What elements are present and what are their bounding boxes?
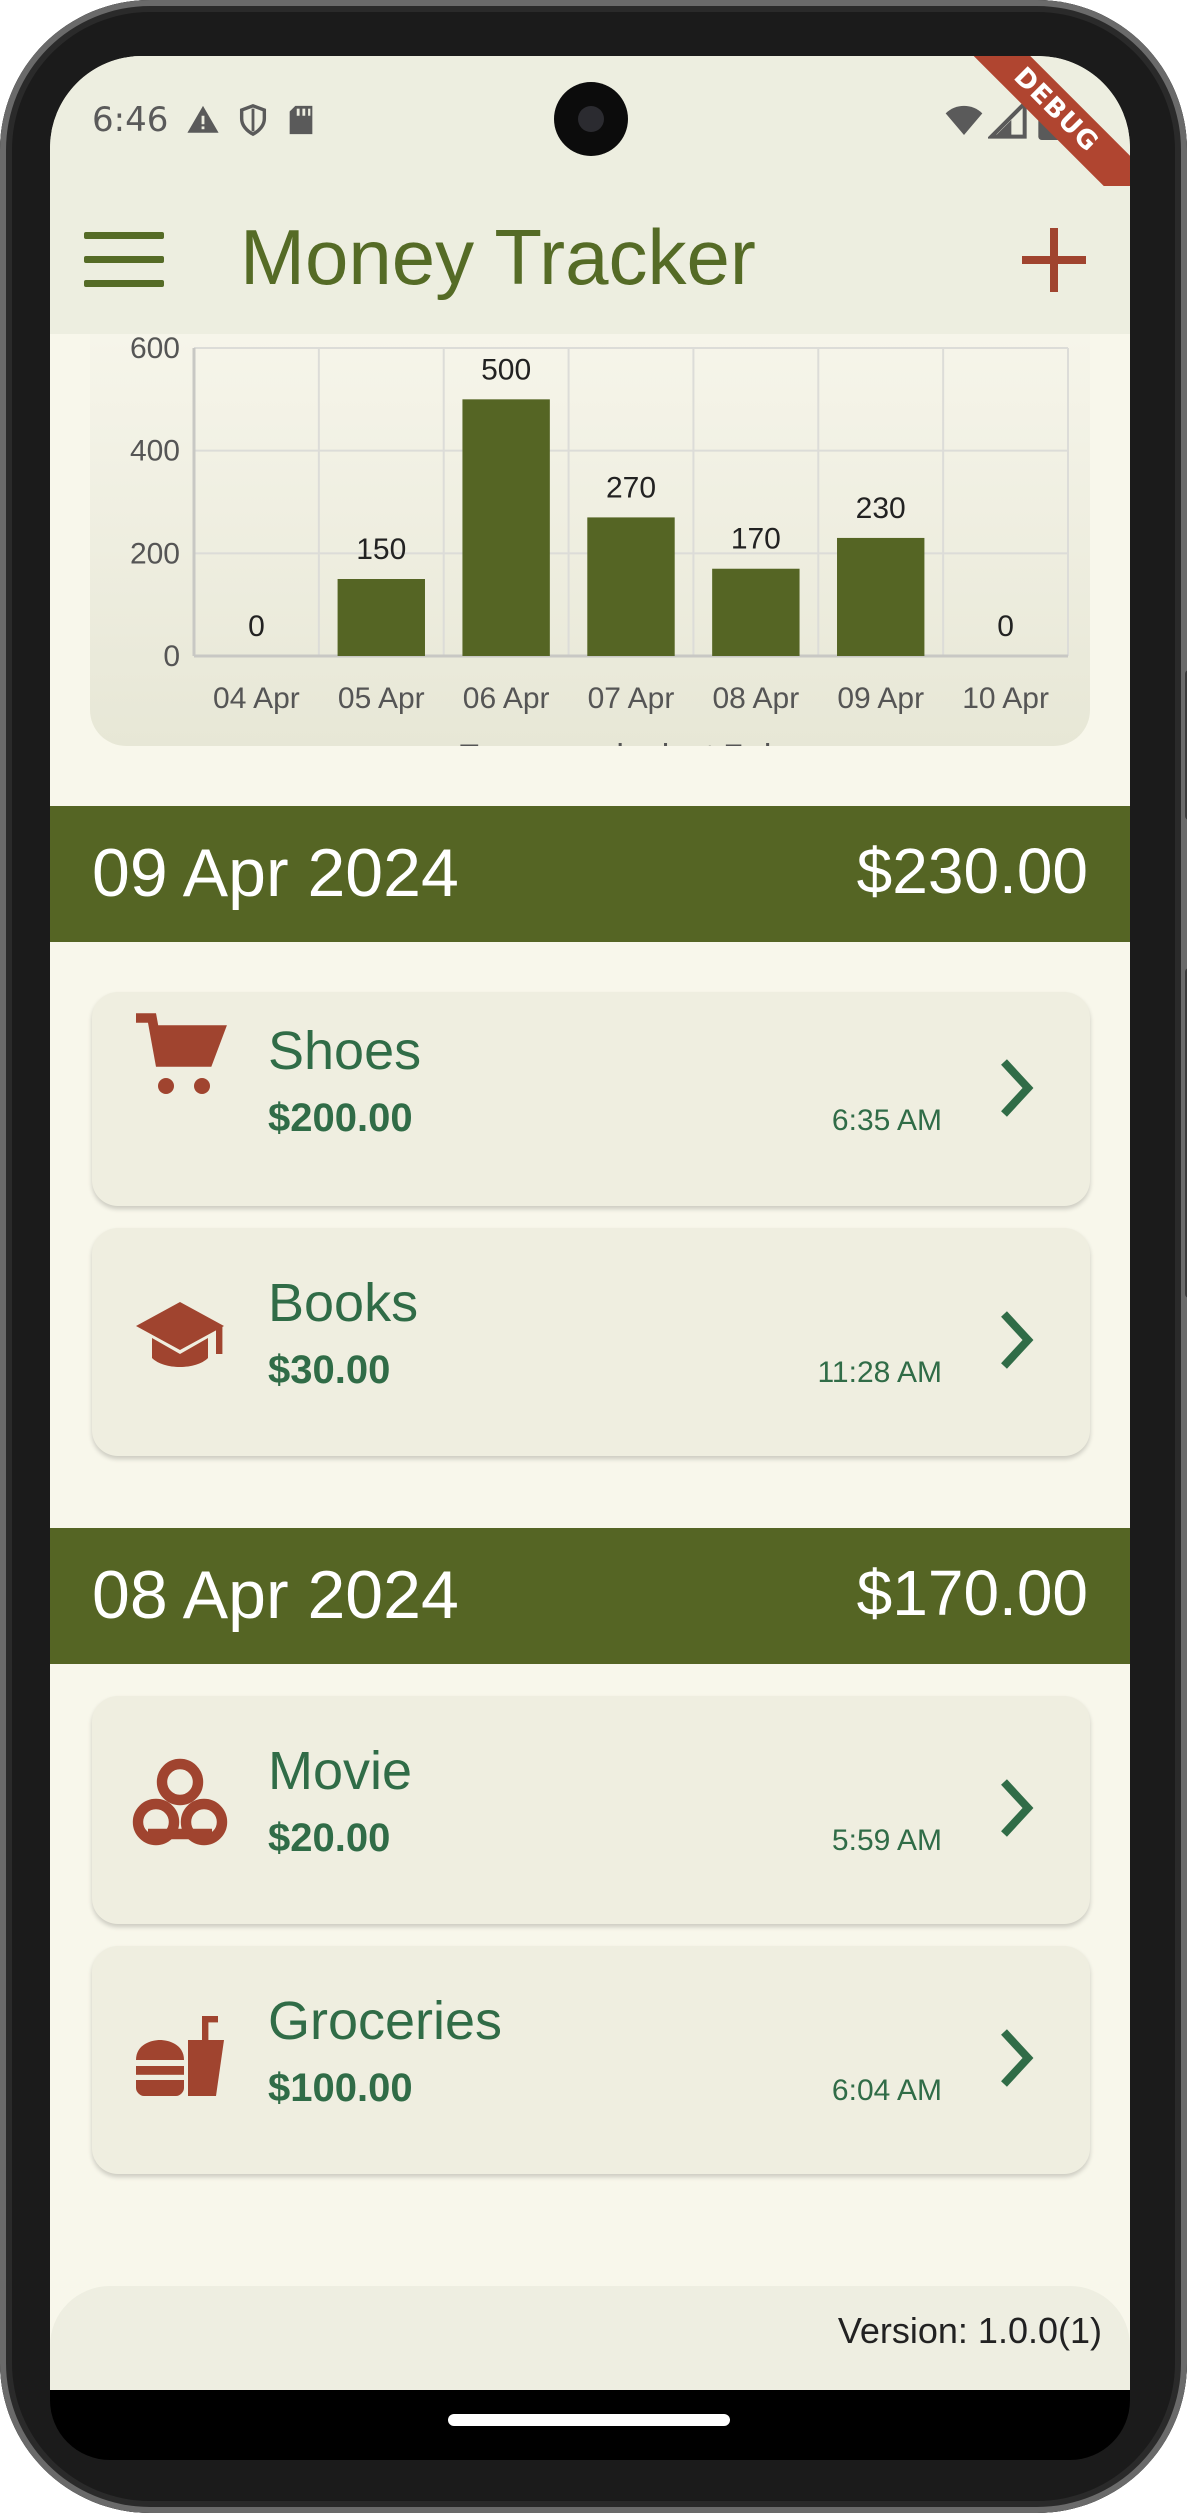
day-total: $170.00 bbox=[856, 1557, 1088, 1629]
transaction-amount: $20.00 bbox=[268, 1816, 391, 1860]
expenses-chart-card: 0 200 400 600 0 04 Apr 150 05 Apr 500 06 Apr 270 07… bbox=[90, 334, 1090, 746]
graduation-cap-icon bbox=[136, 1302, 224, 1367]
data-label: 0 bbox=[248, 610, 265, 643]
sd-card-icon bbox=[289, 105, 313, 135]
x-tick-label: 08 Apr bbox=[712, 682, 799, 715]
warning-icon bbox=[187, 105, 219, 133]
data-label: 170 bbox=[731, 523, 781, 556]
add-button[interactable] bbox=[1016, 222, 1092, 298]
data-label: 270 bbox=[606, 471, 656, 504]
transaction-time: 6:04 AM bbox=[831, 2074, 942, 2107]
x-tick-label: 04 Apr bbox=[213, 682, 300, 715]
wifi-icon bbox=[945, 105, 983, 135]
day-total: $230.00 bbox=[856, 835, 1088, 907]
transaction-card[interactable]: Books $30.00 11:28 AM bbox=[92, 1228, 1090, 1456]
transaction-name: Books bbox=[268, 1273, 419, 1333]
transaction-name: Shoes bbox=[268, 1021, 422, 1081]
day-date: 09 Apr 2024 bbox=[92, 835, 459, 911]
bar bbox=[712, 568, 800, 656]
version-label: Version: 1.0.0(1) bbox=[837, 2310, 1102, 2351]
bar bbox=[337, 579, 425, 656]
status-bar: 6:46 DEBUG bbox=[50, 56, 1130, 217]
shopping-cart-icon bbox=[136, 1013, 227, 1094]
menu-icon bbox=[84, 232, 164, 239]
bar bbox=[587, 517, 675, 656]
data-label: 0 bbox=[997, 610, 1014, 643]
y-tick-label: 400 bbox=[130, 435, 180, 468]
x-tick-label: 06 Apr bbox=[463, 682, 550, 715]
phone-frame: 6:46 DEBUG Money Tracker 0 200 400 600 0 04 A… bbox=[0, 0, 1187, 2513]
data-label: 150 bbox=[356, 533, 406, 566]
day-header: 09 Apr 2024 $230.00 bbox=[50, 806, 1130, 942]
expenses-chart: 0 200 400 600 0 04 Apr 150 05 Apr 500 06 Apr 270 07… bbox=[130, 334, 1069, 746]
transaction-name: Groceries bbox=[268, 1991, 503, 2051]
transaction-amount: $100.00 bbox=[268, 2066, 413, 2110]
transaction-time: 5:59 AM bbox=[831, 1824, 942, 1857]
fastfood-icon bbox=[136, 2016, 224, 2096]
y-tick-label: 600 bbox=[130, 334, 180, 365]
day-date: 08 Apr 2024 bbox=[92, 1557, 459, 1633]
day-header: 08 Apr 2024 $170.00 bbox=[50, 1528, 1130, 1664]
x-tick-label: 10 Apr bbox=[962, 682, 1049, 715]
version-bar: Version: 1.0.0(1) bbox=[50, 2286, 1130, 2390]
chevron-right-icon bbox=[1001, 1059, 1034, 1117]
shield-icon bbox=[239, 104, 267, 137]
y-tick-label: 0 bbox=[163, 640, 180, 673]
knot-icon bbox=[132, 1758, 228, 1846]
app-title: Money Tracker bbox=[240, 213, 756, 301]
chevron-right-icon bbox=[1001, 2029, 1034, 2087]
status-time: 6:46 bbox=[92, 100, 169, 140]
x-tick-label: 07 Apr bbox=[588, 682, 675, 715]
transaction-card[interactable]: Shoes $200.00 6:35 AM bbox=[92, 992, 1090, 1206]
x-axis-label: Expenses by last 7 days bbox=[458, 738, 825, 746]
menu-button[interactable] bbox=[84, 232, 164, 288]
transaction-name: Movie bbox=[268, 1741, 413, 1801]
transaction-amount: $200.00 bbox=[268, 1096, 413, 1140]
x-tick-label: 09 Apr bbox=[837, 682, 924, 715]
app-bar: Money Tracker bbox=[50, 186, 1130, 334]
bar bbox=[837, 537, 925, 656]
x-tick-label: 05 Apr bbox=[338, 682, 425, 715]
screen: 6:46 DEBUG Money Tracker 0 200 400 600 0 04 A… bbox=[50, 56, 1130, 2390]
transaction-card[interactable]: Groceries $100.00 6:04 AM bbox=[92, 1946, 1090, 2174]
data-label: 230 bbox=[856, 492, 906, 525]
data-label: 500 bbox=[481, 353, 531, 386]
chevron-right-icon bbox=[1001, 1779, 1034, 1837]
transaction-time: 6:35 AM bbox=[831, 1104, 942, 1137]
transaction-amount: $30.00 bbox=[268, 1348, 391, 1392]
chevron-right-icon bbox=[1001, 1311, 1034, 1369]
transaction-time: 11:28 AM bbox=[817, 1356, 942, 1389]
transaction-card[interactable]: Movie $20.00 5:59 AM bbox=[92, 1696, 1090, 1924]
bar bbox=[462, 399, 550, 656]
home-indicator[interactable] bbox=[448, 2414, 730, 2426]
front-camera bbox=[554, 82, 628, 156]
y-tick-label: 200 bbox=[130, 537, 180, 570]
signal-icon bbox=[988, 100, 1027, 139]
